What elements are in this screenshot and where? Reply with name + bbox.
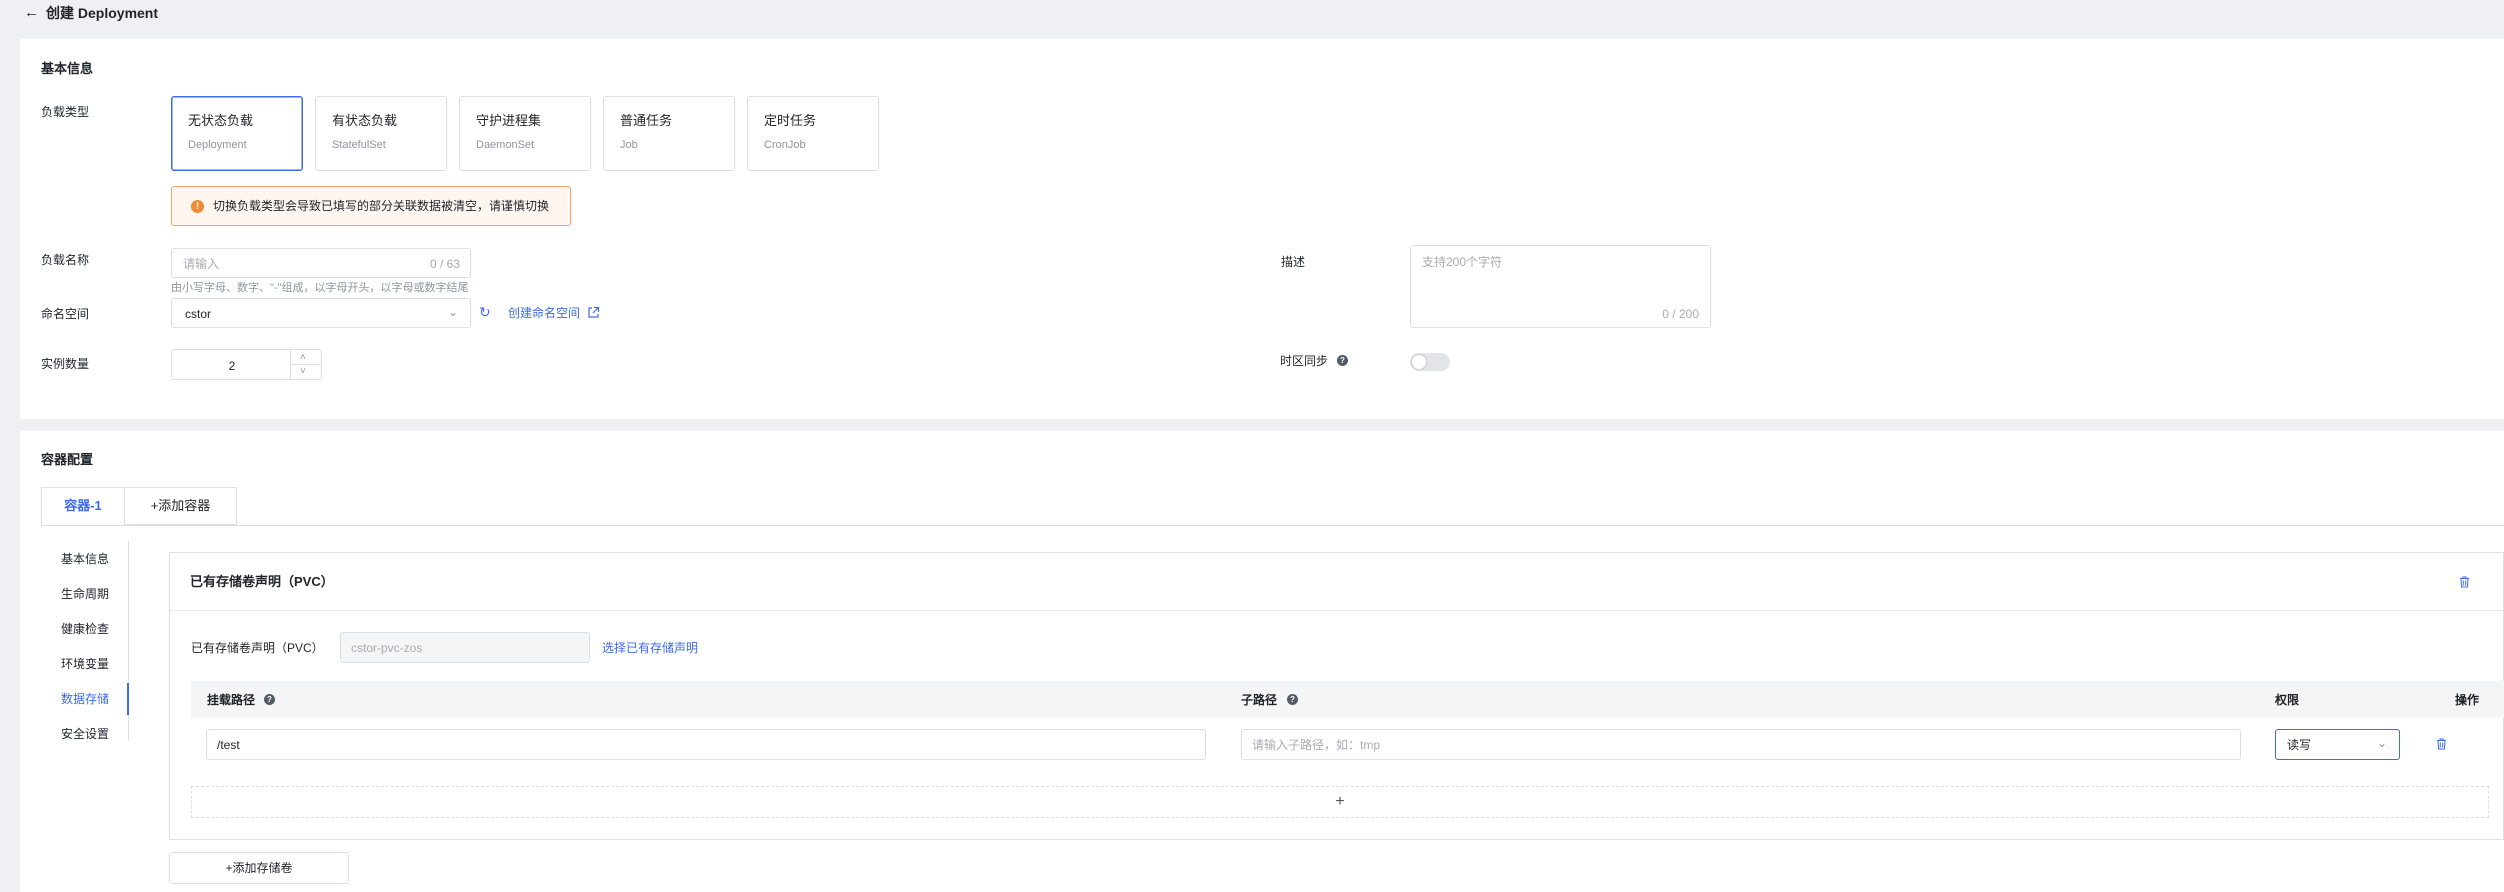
namespace-label: 命名空间 [41,307,90,321]
workload-type-subtitle: DaemonSet [476,139,535,151]
workload-type-title: 守护进程集 [476,113,542,128]
workload-type-label: 负载类型 [41,105,90,119]
container-config-title: 容器配置 [41,452,94,467]
mount-path-value: /test [217,738,240,752]
workload-type-title: 普通任务 [620,113,673,128]
side-nav-item-env[interactable]: 环境变量 [61,657,109,671]
workload-type-statefulset[interactable]: 有状态负载 StatefulSet [315,96,447,171]
permission-value: 读写 [2287,738,2312,752]
timezone-sync-label: 时区同步 [1280,354,1329,368]
workload-name-placeholder: 请输入 [183,257,220,271]
tab-add-container[interactable]: +添加容器 [124,487,237,525]
tabs-divider [41,525,2504,526]
workload-type-deployment[interactable]: 无状态负载 Deployment [171,96,303,171]
sub-path-placeholder: 请输入子路径，如：tmp [1252,738,1381,752]
workload-name-hint: 由小写字母、数字、"-"组成，以字母开头，以字母或数字结尾 [171,282,469,294]
pvc-value: cstor-pvc-zos [351,641,423,655]
permission-select[interactable]: 读写 ⌄ [2275,729,2400,760]
mount-path-header: 挂载路径 [207,693,256,707]
workload-type-subtitle: CronJob [764,139,806,151]
chevron-down-icon: ⌄ [2376,736,2387,750]
mount-table-header: 挂载路径 ? 子路径 ? 权限 操作 [191,681,2504,718]
create-namespace-link[interactable]: 创建命名空间 [508,306,580,320]
sub-path-input[interactable]: 请输入子路径，如：tmp [1241,729,2241,760]
help-icon[interactable]: ? [264,694,275,705]
replicas-value: 2 [228,359,236,373]
chevron-down-icon: ⌄ [447,305,458,319]
description-label: 描述 [1281,255,1306,269]
side-nav-item-basic[interactable]: 基本信息 [61,552,109,566]
page-title: 创建 Deployment [46,5,159,21]
description-placeholder: 支持200个字符 [1422,255,1503,269]
basic-info-card: 基本信息 负载类型 无状态负载 Deployment 有状态负载 Statefu… [20,39,2504,419]
workload-name-input[interactable]: 请输入 0 / 63 [171,248,471,278]
replicas-stepper[interactable]: 2 ˄ ˅ [171,349,322,380]
workload-type-title: 定时任务 [764,113,817,128]
side-nav-item-health[interactable]: 健康检查 [61,622,109,636]
sub-path-header: 子路径 [1241,693,1278,707]
basic-info-title: 基本信息 [41,61,94,76]
trash-icon[interactable] [2436,738,2447,750]
top-bar: ← 创建 Deployment [0,0,2504,30]
side-nav-item-lifecycle[interactable]: 生命周期 [61,587,109,601]
mount-path-input[interactable]: /test [206,729,1206,760]
workload-type-title: 有状态负载 [332,113,398,128]
pvc-volume-header: 已有存储卷声明（PVC） [170,553,2504,611]
side-nav-active-indicator [127,683,129,715]
help-icon[interactable]: ? [1287,694,1298,705]
action-header: 操作 [2455,693,2480,707]
decrement-icon[interactable]: ˅ [300,365,306,379]
tab-container-1[interactable]: 容器-1 [41,487,125,525]
add-volume-button[interactable]: +添加存储卷 [169,852,349,884]
external-link-icon[interactable] [587,306,600,319]
workload-type-cronjob[interactable]: 定时任务 CronJob [747,96,879,171]
workload-type-title: 无状态负载 [188,113,254,128]
increment-icon[interactable]: ˄ [300,351,306,365]
side-nav-item-storage[interactable]: 数据存储 [61,692,109,706]
warning-icon: ! [191,200,204,213]
pvc-volume-card: 已有存储卷声明（PVC） 已有存储卷声明（PVC） cstor-pvc-zos … [169,552,2504,840]
workload-name-label: 负载名称 [41,253,90,267]
pvc-volume-title: 已有存储卷声明（PVC） [190,574,334,589]
workload-type-daemonset[interactable]: 守护进程集 DaemonSet [459,96,591,171]
permission-header: 权限 [2275,693,2300,707]
workload-type-subtitle: Deployment [188,139,247,151]
trash-icon[interactable] [2459,576,2470,588]
select-pvc-link[interactable]: 选择已有存储声明 [602,641,698,655]
workload-type-job[interactable]: 普通任务 Job [603,96,735,171]
description-textarea[interactable]: 支持200个字符 0 / 200 [1410,245,1711,328]
pvc-label: 已有存储卷声明（PVC） [191,641,324,655]
workload-type-subtitle: StatefulSet [332,139,386,151]
stepper-divider [291,364,321,365]
help-icon[interactable]: ? [1337,355,1348,366]
workload-type-subtitle: Job [620,139,638,151]
pvc-input: cstor-pvc-zos [340,632,590,663]
replicas-label: 实例数量 [41,357,90,371]
namespace-select[interactable]: cstor ⌄ [171,298,471,328]
arrow-left-icon[interactable]: ← [24,5,39,21]
refresh-icon[interactable]: ↻ [479,305,491,319]
workload-name-counter: 0 / 63 [429,257,460,271]
description-counter: 0 / 200 [1662,307,1699,321]
warning-banner: ! 切换负载类型会导致已填写的部分关联数据被清空，请谨慎切换 [171,186,571,226]
timezone-sync-toggle[interactable] [1410,353,1450,371]
side-nav-item-security[interactable]: 安全设置 [61,727,109,741]
namespace-value: cstor [185,307,212,321]
add-mount-row-button[interactable]: + [191,786,2489,818]
warning-text: 切换负载类型会导致已填写的部分关联数据被清空，请谨慎切换 [213,199,550,213]
